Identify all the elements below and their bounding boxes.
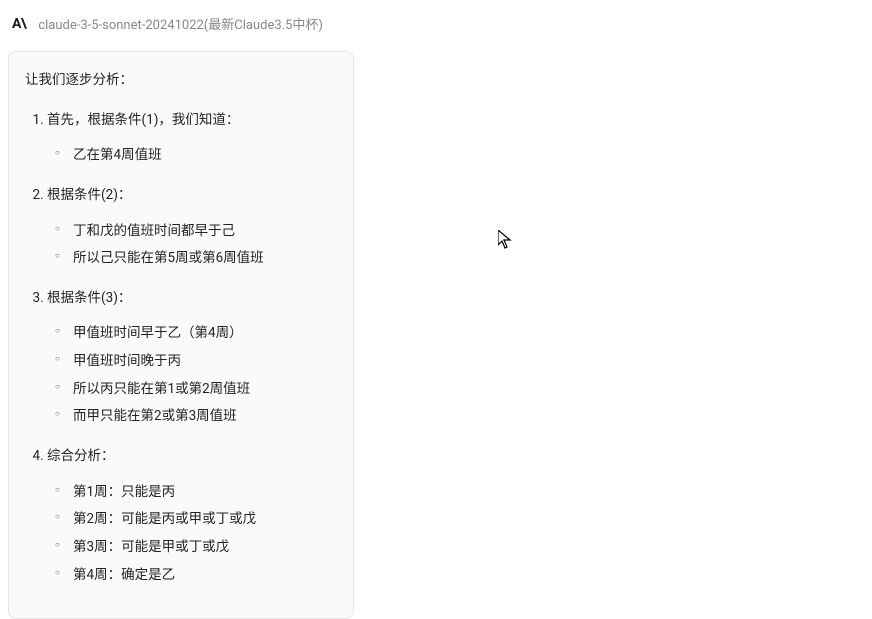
response-box: 让我们逐步分析： 首先，根据条件(1)，我们知道： 乙在第4周值班 根据条件(2… — [8, 51, 354, 619]
sub-item: 乙在第4周值班 — [73, 143, 337, 169]
sub-list: 第1周：只能是丙 第2周：可能是丙或甲或丁或戊 第3周：可能是甲或丁或戊 第4周… — [47, 480, 337, 589]
anthropic-logo: A\ — [12, 16, 26, 32]
list-item: 首先，根据条件(1)，我们知道： 乙在第4周值班 — [47, 108, 337, 169]
item-title: 根据条件(2)： — [47, 187, 131, 203]
list-item: 根据条件(3)： 甲值班时间早于乙（第4周） 甲值班时间晚于丙 所以丙只能在第1… — [47, 286, 337, 430]
sub-item: 第3周：可能是甲或丁或戊 — [73, 535, 337, 561]
sub-list: 丁和戊的值班时间都早于己 所以己只能在第5周或第6周值班 — [47, 219, 337, 272]
sub-item: 甲值班时间晚于丙 — [73, 349, 337, 375]
sub-item: 而甲只能在第2或第3周值班 — [73, 404, 337, 430]
sub-item: 所以丙只能在第1或第2周值班 — [73, 377, 337, 403]
response-intro: 让我们逐步分析： — [25, 68, 337, 94]
item-title: 首先，根据条件(1)，我们知道： — [47, 112, 239, 128]
model-name: claude-3-5-sonnet-20241022(最新Claude3.5中杯… — [38, 14, 323, 33]
sub-list: 乙在第4周值班 — [47, 143, 337, 169]
sub-item: 丁和戊的值班时间都早于己 — [73, 219, 337, 245]
list-item: 根据条件(2)： 丁和戊的值班时间都早于己 所以己只能在第5周或第6周值班 — [47, 183, 337, 272]
sub-item: 第1周：只能是丙 — [73, 480, 337, 506]
item-title: 综合分析： — [47, 448, 115, 464]
list-item: 综合分析： 第1周：只能是丙 第2周：可能是丙或甲或丁或戊 第3周：可能是甲或丁… — [47, 444, 337, 588]
analysis-list: 首先，根据条件(1)，我们知道： 乙在第4周值班 根据条件(2)： 丁和戊的值班… — [25, 108, 337, 589]
sub-item: 甲值班时间早于乙（第4周） — [73, 321, 337, 347]
sub-item: 所以己只能在第5周或第6周值班 — [73, 246, 337, 272]
cursor-icon — [498, 230, 514, 250]
sub-item: 第2周：可能是丙或甲或丁或戊 — [73, 507, 337, 533]
sub-item: 第4周：确定是乙 — [73, 563, 337, 589]
item-title: 根据条件(3)： — [47, 290, 131, 306]
header: A\ claude-3-5-sonnet-20241022(最新Claude3.… — [0, 0, 872, 51]
sub-list: 甲值班时间早于乙（第4周） 甲值班时间晚于丙 所以丙只能在第1或第2周值班 而甲… — [47, 321, 337, 430]
